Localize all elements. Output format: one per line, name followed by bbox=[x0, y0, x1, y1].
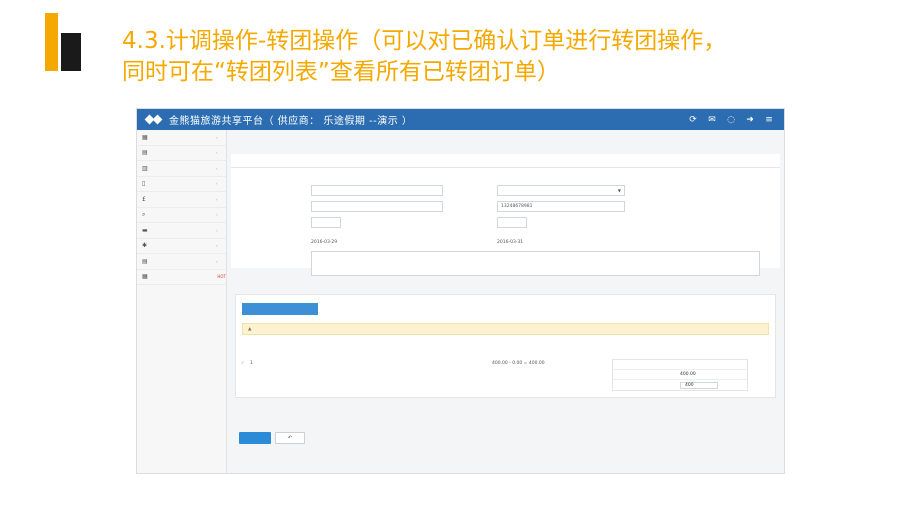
store-icon: ▬ bbox=[142, 226, 148, 234]
price-value: 400.00 bbox=[680, 372, 696, 377]
warning-icon: ▲ bbox=[248, 327, 252, 332]
logout-icon[interactable]: ➜ bbox=[745, 115, 755, 125]
finance-icon: £ bbox=[142, 195, 146, 203]
price-table-row: 400 bbox=[613, 380, 747, 390]
sidebar-item-store[interactable]: ▬ ‹ bbox=[137, 223, 226, 239]
depart-date-value: 2016-03-29 bbox=[311, 240, 338, 245]
sidebar-item-finance[interactable]: £ ‹ bbox=[137, 192, 226, 208]
sidebar-item-products[interactable]: ▦ ‹ bbox=[137, 130, 226, 146]
orders-icon: ▤ bbox=[142, 149, 148, 157]
brand-logo-icon bbox=[145, 113, 163, 127]
sidebar-item-dispatch[interactable]: ▥ ‹ bbox=[137, 161, 226, 177]
price-table-row: 400.00 bbox=[613, 370, 747, 380]
dropdown-caret-icon: ▼ bbox=[617, 188, 621, 193]
chevron-left-icon: ‹ bbox=[216, 212, 218, 218]
chevron-left-icon: ‹ bbox=[216, 134, 218, 140]
topbar-icons: ⟳ ✉ ◌ ➜ ≡ bbox=[688, 115, 784, 125]
back-arrow-icon: ↶ bbox=[287, 435, 293, 441]
cost-input[interactable] bbox=[497, 217, 527, 228]
gear-icon: ✱ bbox=[142, 242, 148, 250]
hot-badge: HOT bbox=[217, 274, 226, 280]
dispatch-icon: ▥ bbox=[142, 164, 148, 172]
main-content: ▼ 13248678981 2016-03-29 2016-03-31 ▲ ✓ … bbox=[231, 130, 780, 473]
slide-logo bbox=[45, 13, 81, 71]
price-table-row bbox=[613, 360, 747, 370]
row-index: 1 bbox=[250, 361, 253, 366]
sidebar: ▦ ‹ ▤ ‹ ▥ ‹ ▯ ‹ £ ‹ ⌕ ‹ ▬ ‹ ✱ ‹ ▤ ‹ ▦ HO… bbox=[137, 130, 227, 473]
price-table: 400.00 400 bbox=[612, 359, 748, 391]
chevron-left-icon: ‹ bbox=[216, 196, 218, 202]
slide-title-line-1: 4.3.计调操作-转团操作（可以对已确认订单进行转团操作， bbox=[122, 28, 727, 54]
sidebar-item-settings[interactable]: ✱ ‹ bbox=[137, 239, 226, 254]
order-list-tab[interactable] bbox=[242, 303, 318, 315]
row-checkbox[interactable]: ✓ bbox=[241, 361, 245, 366]
sidebar-item-stats[interactable]: ⌕ ‹ bbox=[137, 208, 226, 223]
sidebar-item-partners[interactable]: ▤ ‹ bbox=[137, 254, 226, 270]
app-brand: 金熊猫旅游共享平台（ 供应商： 乐途假期 --演示 ） bbox=[169, 116, 413, 127]
search-icon: ⌕ bbox=[142, 210, 146, 218]
back-button[interactable]: ↶ bbox=[275, 432, 305, 444]
order-list-panel: ▲ ✓ 1 400.00 - 0.00 = 400.00 400.00 400 bbox=[235, 294, 776, 398]
app-topbar: 金熊猫旅游共享平台（ 供应商： 乐途假期 --演示 ） ⟳ ✉ ◌ ➜ ≡ bbox=[137, 109, 784, 130]
chevron-left-icon: ‹ bbox=[216, 150, 218, 156]
sidebar-item-hot[interactable]: ▦ HOT bbox=[137, 270, 226, 285]
logo-bar-orange bbox=[45, 13, 58, 71]
partners-icon: ▤ bbox=[142, 257, 148, 265]
breadcrumb[interactable] bbox=[231, 130, 780, 140]
agency-select[interactable]: ▼ bbox=[497, 185, 625, 196]
transfer-form: ▼ 13248678981 2016-03-29 2016-03-31 bbox=[231, 168, 780, 276]
logo-bar-black bbox=[61, 33, 81, 71]
panel-title bbox=[231, 154, 780, 168]
menu-icon[interactable]: ≡ bbox=[764, 115, 774, 125]
chevron-left-icon: ‹ bbox=[216, 227, 218, 233]
price-formula: 400.00 - 0.00 = 400.00 bbox=[492, 361, 545, 366]
refresh-icon[interactable]: ⟳ bbox=[688, 115, 698, 125]
phone-input[interactable]: 13248678981 bbox=[497, 201, 625, 212]
resources-icon: ▯ bbox=[142, 180, 146, 188]
chevron-left-icon: ‹ bbox=[216, 165, 218, 171]
slide-title: 4.3.计调操作-转团操作（可以对已确认订单进行转团操作， 同时可在“转团列表”… bbox=[122, 26, 882, 88]
app-screenshot: 金熊猫旅游共享平台（ 供应商： 乐途假期 --演示 ） ⟳ ✉ ◌ ➜ ≡ ▦ … bbox=[136, 108, 785, 474]
contact-input[interactable] bbox=[311, 201, 443, 212]
remark-textarea[interactable] bbox=[311, 251, 760, 276]
mail-icon[interactable]: ✉ bbox=[707, 115, 717, 125]
return-date-value: 2016-03-31 bbox=[497, 240, 524, 245]
sidebar-item-orders[interactable]: ▤ ‹ bbox=[137, 146, 226, 161]
plan-input[interactable] bbox=[311, 185, 443, 196]
save-button[interactable] bbox=[239, 432, 271, 444]
sidebar-item-resources[interactable]: ▯ ‹ bbox=[137, 177, 226, 192]
products-icon: ▦ bbox=[142, 133, 148, 141]
chevron-left-icon: ‹ bbox=[216, 243, 218, 249]
grid-icon: ▦ bbox=[142, 273, 148, 281]
chat-icon[interactable]: ◌ bbox=[726, 115, 736, 125]
chevron-left-icon: ‹ bbox=[216, 181, 218, 187]
settle-price-input[interactable]: 400 bbox=[680, 381, 718, 389]
slide-title-line-2: 同时可在“转团列表”查看所有已转团订单） bbox=[122, 59, 560, 85]
chevron-left-icon: ‹ bbox=[216, 258, 218, 264]
warning-tip: ▲ bbox=[242, 323, 769, 335]
fee-input[interactable] bbox=[311, 217, 341, 228]
price-value: 400 bbox=[680, 381, 744, 389]
